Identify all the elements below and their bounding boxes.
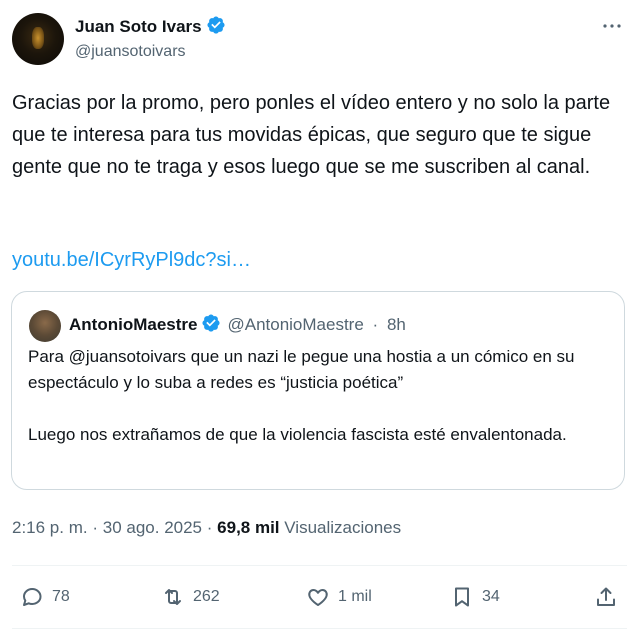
tweet-link[interactable]: youtu.be/ICyrRyPl9dc?si… xyxy=(12,246,251,274)
action-bar: 78 262 1 mil 34 xyxy=(0,577,637,617)
divider xyxy=(12,565,627,566)
bookmark-icon xyxy=(455,587,469,607)
verified-badge-icon xyxy=(201,313,221,339)
retweet-icon xyxy=(165,589,181,605)
heart-icon xyxy=(308,589,328,606)
tweet-body: Gracias por la promo, pero ponles el víd… xyxy=(12,92,611,178)
bookmark-count: 34 xyxy=(482,588,500,605)
views-label: Visualizaciones xyxy=(284,518,402,537)
quote-separator: · xyxy=(372,315,379,334)
verified-badge-icon xyxy=(206,15,226,41)
reply-button[interactable]: 78 xyxy=(20,585,70,609)
like-count: 1 mil xyxy=(338,588,372,605)
tweet-text: Gracias por la promo, pero ponles el víd… xyxy=(12,87,627,183)
author-name-text[interactable]: Juan Soto Ivars xyxy=(75,17,202,36)
meta-separator: · xyxy=(92,518,99,537)
tweet-date[interactable]: 30 ago. 2025 xyxy=(103,518,202,537)
more-icon[interactable] xyxy=(600,14,624,38)
retweet-count: 262 xyxy=(193,588,220,605)
share-icon xyxy=(597,587,615,606)
author-handle[interactable]: @juansotoivars xyxy=(75,42,186,62)
quote-paragraph-1: Para @juansotoivars que un nazi le pegue… xyxy=(28,347,575,392)
author-avatar[interactable] xyxy=(12,13,64,65)
quote-text: Para @juansotoivars que un nazi le pegue… xyxy=(28,344,613,448)
quoted-tweet[interactable]: AntonioMaestre @AntonioMaestre · 8h Para … xyxy=(11,291,625,490)
like-button[interactable]: 1 mil xyxy=(306,585,372,609)
quote-avatar[interactable] xyxy=(29,310,61,342)
meta-separator: · xyxy=(206,518,213,537)
quote-author-name[interactable]: AntonioMaestre xyxy=(69,315,197,334)
author-name[interactable]: Juan Soto Ivars xyxy=(75,15,226,41)
share-button[interactable] xyxy=(594,585,626,609)
reply-icon xyxy=(23,588,42,606)
bookmark-button[interactable]: 34 xyxy=(450,585,500,609)
tweet-time[interactable]: 2:16 p. m. xyxy=(12,518,88,537)
reply-count: 78 xyxy=(52,588,70,605)
views-count: 69,8 mil xyxy=(217,518,280,537)
quote-time[interactable]: 8h xyxy=(387,315,406,334)
quote-paragraph-2: Luego nos extrañamos de que la violencia… xyxy=(28,425,567,444)
tweet-meta: 2:16 p. m. · 30 ago. 2025 · 69,8 mil Vis… xyxy=(12,516,401,540)
quote-author-handle[interactable]: @AntonioMaestre xyxy=(227,315,363,334)
retweet-button[interactable]: 262 xyxy=(161,585,220,609)
quote-header: AntonioMaestre @AntonioMaestre · 8h xyxy=(69,313,406,339)
divider xyxy=(12,628,627,629)
